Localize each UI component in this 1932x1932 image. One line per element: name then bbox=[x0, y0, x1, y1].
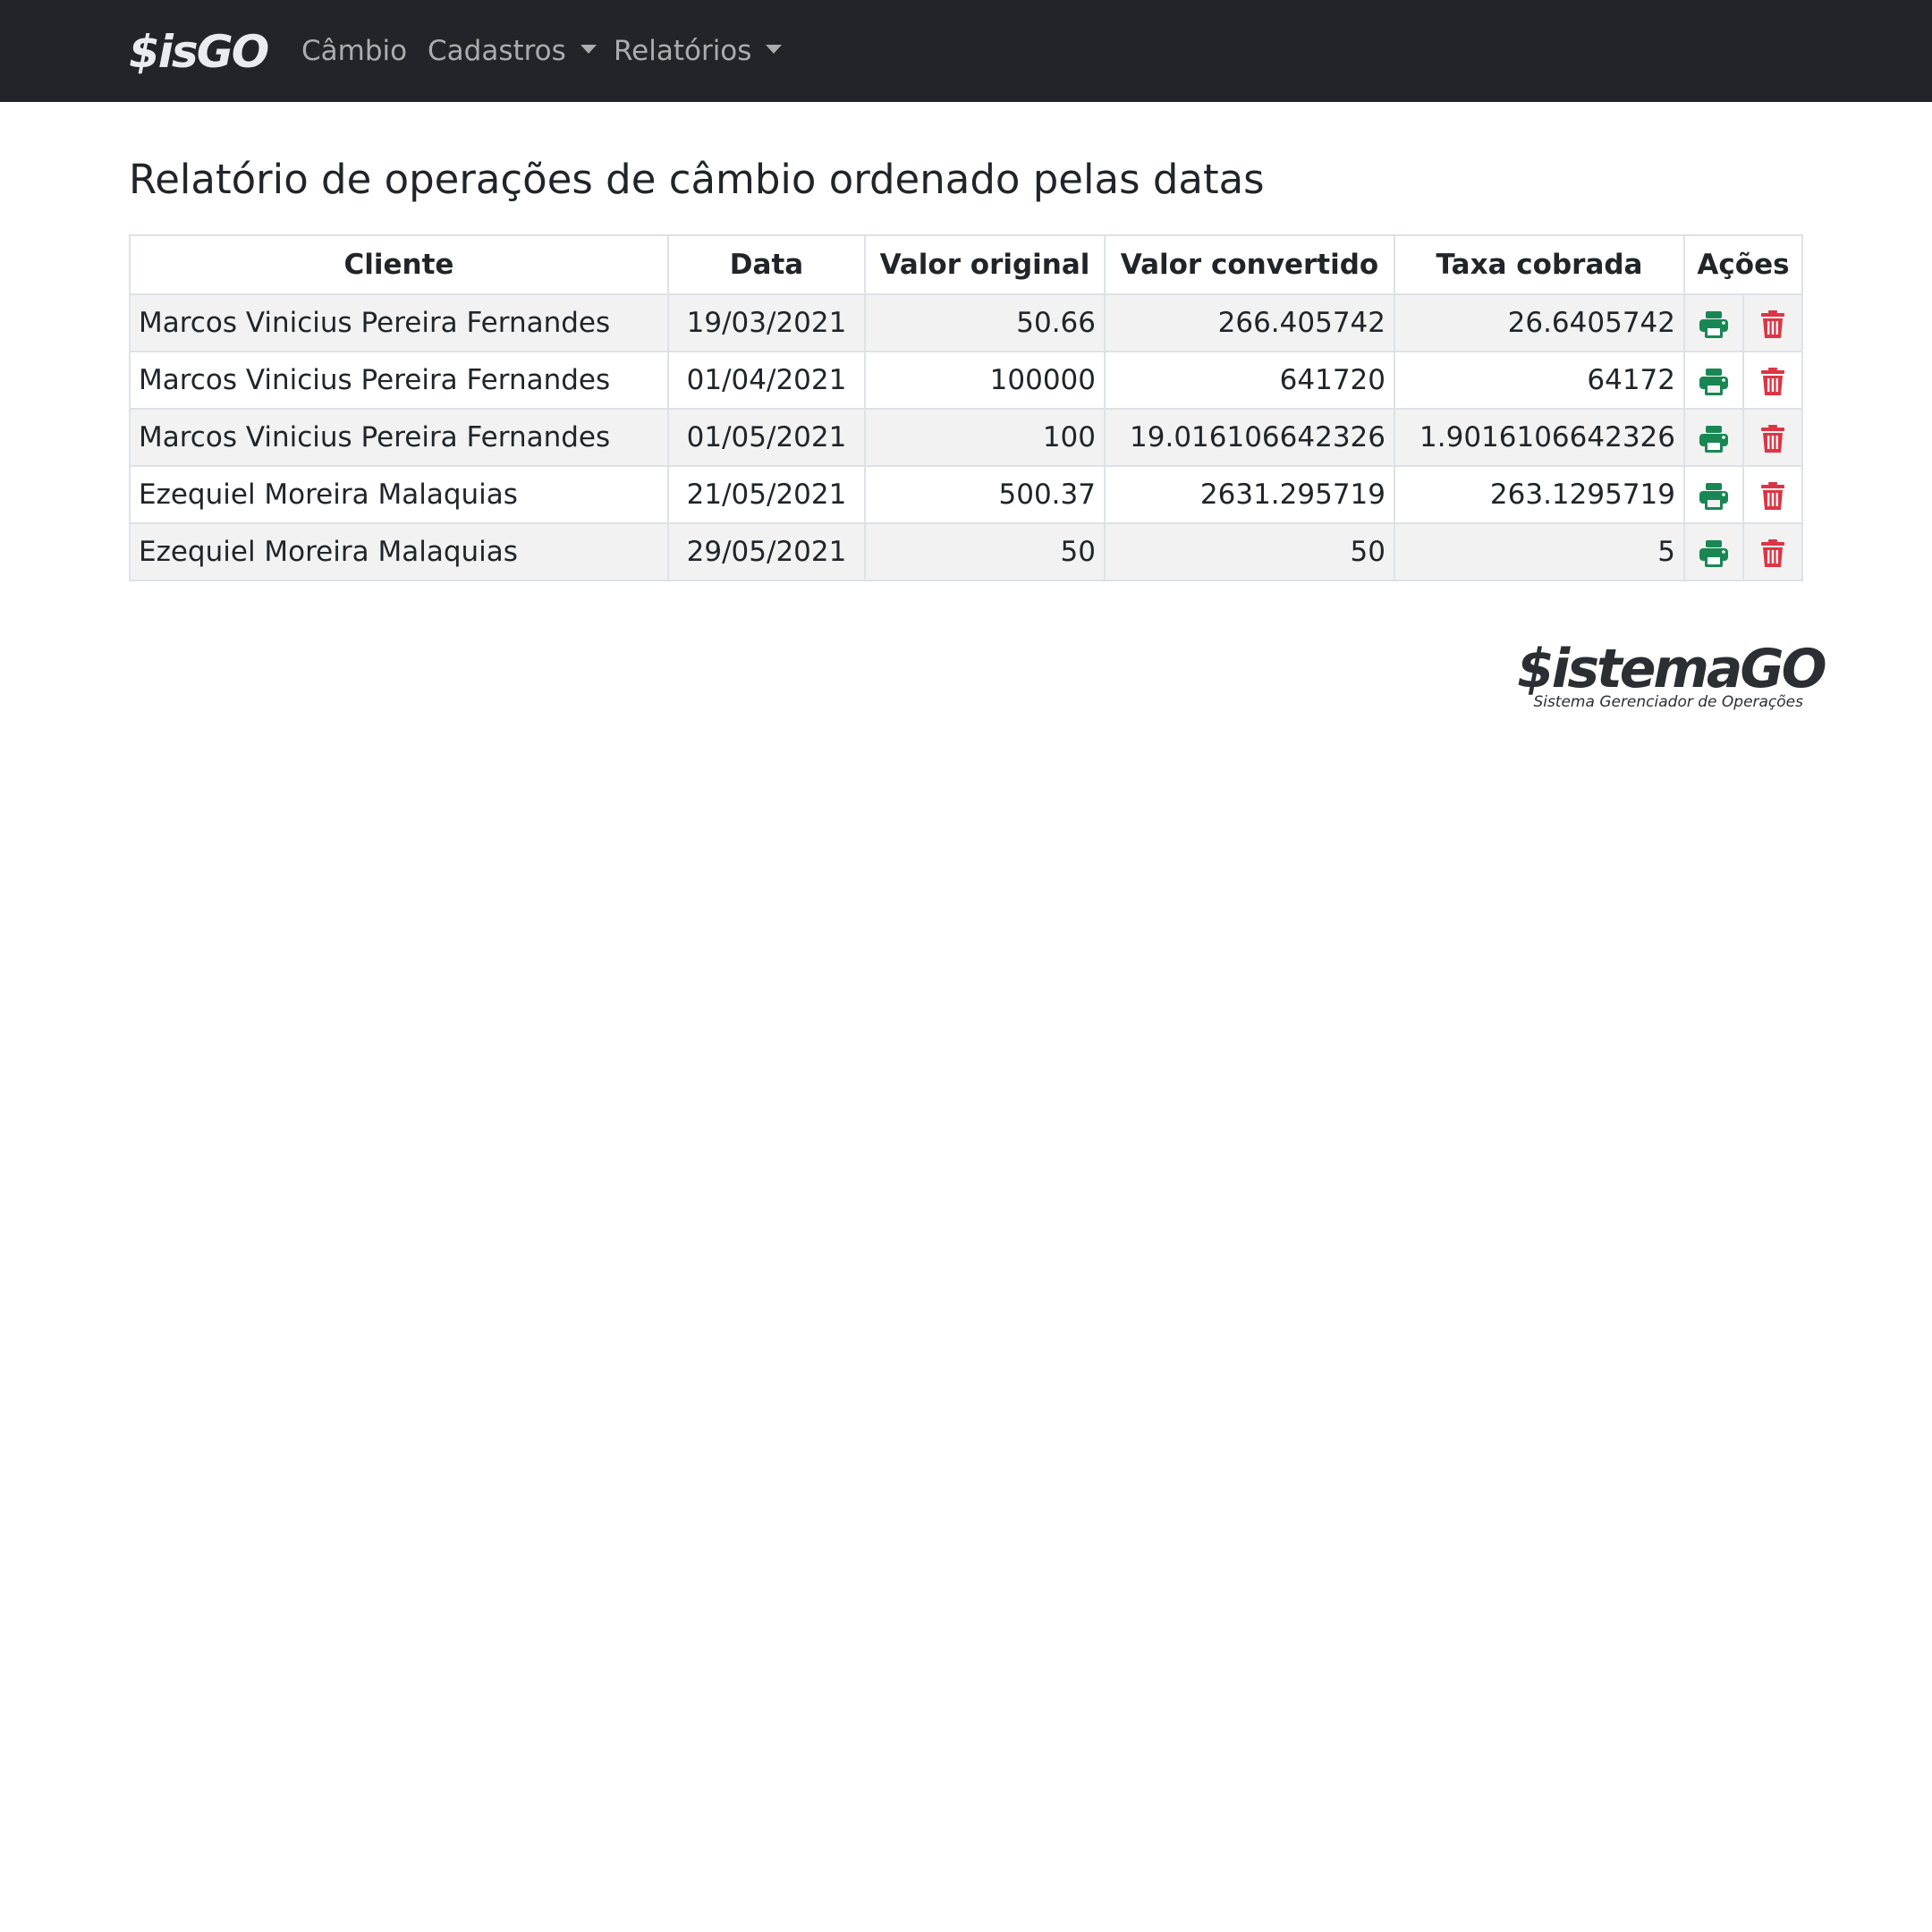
cell-original-value: 100000 bbox=[864, 351, 1106, 410]
print-button[interactable] bbox=[1683, 351, 1744, 410]
trash-icon[interactable] bbox=[1761, 481, 1784, 511]
nav-item-cambio[interactable]: Câmbio bbox=[301, 30, 407, 72]
header-fee: Taxa cobrada bbox=[1394, 234, 1685, 295]
delete-button[interactable] bbox=[1742, 293, 1803, 352]
trash-icon[interactable] bbox=[1761, 538, 1784, 568]
cell-date: 21/05/2021 bbox=[667, 465, 866, 524]
logo-wordmark: $istemaGO bbox=[1517, 638, 1827, 700]
delete-button[interactable] bbox=[1742, 522, 1803, 581]
print-icon[interactable] bbox=[1699, 482, 1729, 511]
cell-converted-value: 50 bbox=[1104, 522, 1395, 581]
cell-client: Marcos Vinicius Pereira Fernandes bbox=[129, 351, 669, 410]
cell-original-value: 50.66 bbox=[864, 293, 1106, 352]
chevron-down-icon bbox=[580, 44, 597, 54]
chevron-down-icon bbox=[766, 44, 783, 54]
cell-fee: 26.6405742 bbox=[1394, 293, 1685, 352]
print-icon[interactable] bbox=[1699, 368, 1729, 396]
trash-icon[interactable] bbox=[1761, 309, 1784, 339]
brand-logo[interactable]: $isGO bbox=[129, 25, 269, 79]
nav-item-label: Câmbio bbox=[301, 35, 408, 67]
table-row: Marcos Vinicius Pereira Fernandes 19/03/… bbox=[129, 293, 1803, 352]
cell-original-value: 500.37 bbox=[864, 465, 1106, 524]
nav-item-relatorios-dropdown[interactable]: Relatórios bbox=[614, 30, 783, 72]
cell-converted-value: 2631.295719 bbox=[1104, 465, 1395, 524]
table-header-row: Cliente Data Valor original Valor conver… bbox=[129, 234, 1803, 295]
header-converted-value: Valor convertido bbox=[1104, 234, 1395, 295]
print-icon[interactable] bbox=[1699, 539, 1729, 568]
cell-date: 01/04/2021 bbox=[667, 351, 866, 410]
nav-item-label: Cadastros bbox=[428, 35, 566, 67]
delete-button[interactable] bbox=[1742, 351, 1803, 410]
footer-logo: $istemaGO Sistema Gerenciador de Operaçõ… bbox=[1517, 638, 1827, 711]
delete-button[interactable] bbox=[1742, 408, 1803, 467]
cell-converted-value: 266.405742 bbox=[1104, 293, 1395, 352]
cell-converted-value: 19.016106642326 bbox=[1104, 408, 1395, 467]
table-row: Ezequiel Moreira Malaquias 21/05/2021 50… bbox=[129, 465, 1803, 524]
cell-client: Marcos Vinicius Pereira Fernandes bbox=[129, 293, 669, 352]
trash-icon[interactable] bbox=[1761, 424, 1784, 453]
cell-converted-value: 641720 bbox=[1104, 351, 1395, 410]
print-button[interactable] bbox=[1683, 465, 1744, 524]
cell-client: Ezequiel Moreira Malaquias bbox=[129, 465, 669, 524]
print-icon[interactable] bbox=[1699, 310, 1729, 339]
cell-client: Ezequiel Moreira Malaquias bbox=[129, 522, 669, 581]
delete-button[interactable] bbox=[1742, 465, 1803, 524]
operations-table: Cliente Data Valor original Valor conver… bbox=[129, 234, 1803, 581]
print-button[interactable] bbox=[1683, 293, 1744, 352]
cell-date: 19/03/2021 bbox=[667, 293, 866, 352]
cell-fee: 64172 bbox=[1394, 351, 1685, 410]
table-row: Ezequiel Moreira Malaquias 29/05/2021 50… bbox=[129, 522, 1803, 581]
header-actions: Ações bbox=[1683, 234, 1803, 295]
print-icon[interactable] bbox=[1699, 425, 1729, 453]
cell-fee: 5 bbox=[1394, 522, 1685, 581]
cell-date: 01/05/2021 bbox=[667, 408, 866, 467]
cell-fee: 1.9016106642326 bbox=[1394, 408, 1685, 467]
print-button[interactable] bbox=[1683, 522, 1744, 581]
table-row: Marcos Vinicius Pereira Fernandes 01/05/… bbox=[129, 408, 1803, 467]
header-date: Data bbox=[667, 234, 866, 295]
page-title: Relatório de operações de câmbio ordenad… bbox=[129, 156, 1265, 203]
cell-client: Marcos Vinicius Pereira Fernandes bbox=[129, 408, 669, 467]
trash-icon[interactable] bbox=[1761, 367, 1784, 396]
header-original-value: Valor original bbox=[864, 234, 1106, 295]
print-button[interactable] bbox=[1683, 408, 1744, 467]
header-client: Cliente bbox=[129, 234, 669, 295]
nav-item-label: Relatórios bbox=[614, 35, 752, 67]
table-row: Marcos Vinicius Pereira Fernandes 01/04/… bbox=[129, 351, 1803, 410]
cell-fee: 263.1295719 bbox=[1394, 465, 1685, 524]
cell-date: 29/05/2021 bbox=[667, 522, 866, 581]
logo-tagline: Sistema Gerenciador de Operações bbox=[1533, 693, 1803, 711]
top-navbar: $isGO Câmbio Cadastros Relatórios bbox=[0, 0, 1932, 102]
cell-original-value: 100 bbox=[864, 408, 1106, 467]
nav-item-cadastros-dropdown[interactable]: Cadastros bbox=[428, 30, 597, 72]
cell-original-value: 50 bbox=[864, 522, 1106, 581]
